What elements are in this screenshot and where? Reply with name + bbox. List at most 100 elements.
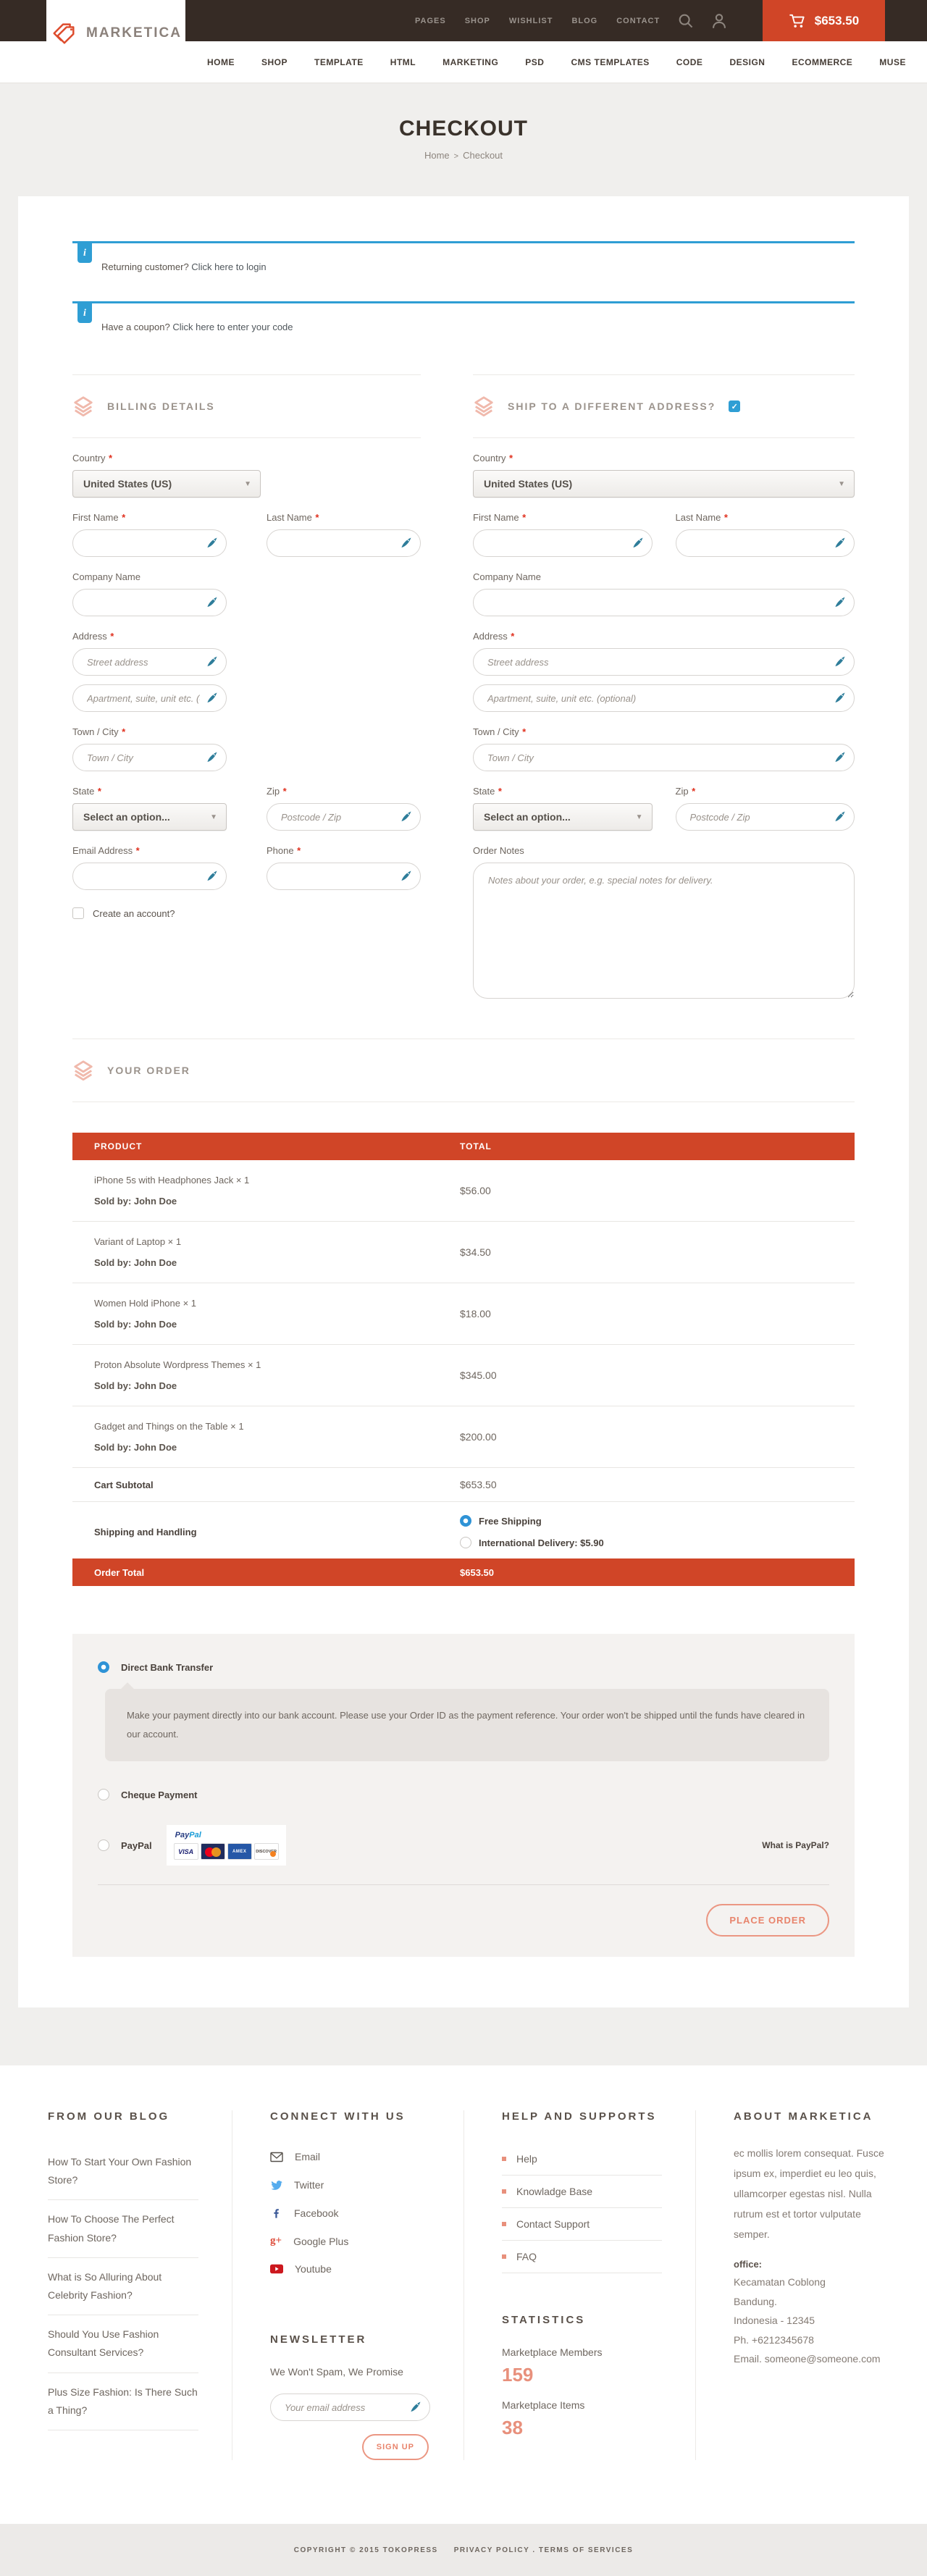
shipping-option-free[interactable]: Free Shipping (460, 1515, 855, 1527)
billing-company-input[interactable] (72, 589, 227, 616)
payment-cheque[interactable]: Cheque Payment (98, 1789, 829, 1800)
blog-link[interactable]: How To Start Your Own Fashion Store? (48, 2143, 198, 2200)
radio-icon[interactable] (98, 1789, 109, 1800)
shipping-zip-input[interactable] (676, 803, 855, 831)
social-facebook-link[interactable]: Facebook (270, 2199, 430, 2227)
social-twitter-link[interactable]: Twitter (270, 2170, 430, 2199)
main-nav-link[interactable]: PSD (525, 57, 544, 67)
footer-about-title: ABOUT MARKETICA (734, 2110, 894, 2123)
ship-different-checkbox[interactable] (729, 400, 740, 412)
required-asterisk (508, 631, 514, 642)
create-account-checkbox[interactable] (72, 907, 84, 919)
radio-selected-icon[interactable] (98, 1661, 109, 1673)
logo[interactable]: MARKETICA (46, 0, 185, 67)
required-asterisk (519, 726, 526, 737)
payment-paypal[interactable]: PayPal PayPal VISA AMEX DISCOVER What is… (98, 1825, 829, 1866)
billing-header: BILLING DETAILS (72, 374, 421, 438)
billing-street-input[interactable] (72, 648, 227, 676)
login-link[interactable]: Click here to login (191, 261, 266, 272)
main-nav-link[interactable]: DESIGN (729, 57, 765, 67)
blog-link[interactable]: How To Choose The Perfect Fashion Store? (48, 2200, 198, 2257)
main-nav-link[interactable]: ECOMMERCE (792, 57, 852, 67)
billing-state-value: Select an option... (83, 811, 170, 823)
billing-phone-input[interactable] (267, 863, 421, 890)
your-order-title: YOUR ORDER (107, 1065, 190, 1076)
shipping-town-input[interactable] (473, 744, 855, 771)
payment-bank-transfer[interactable]: Direct Bank Transfer (98, 1661, 829, 1673)
shipping-state-select[interactable]: Select an option...▼ (473, 803, 653, 831)
main-nav-link[interactable]: MARKETING (442, 57, 498, 67)
user-icon[interactable] (711, 13, 727, 29)
billing-apartment-input[interactable] (72, 684, 227, 712)
stat-value: 159 (502, 2364, 662, 2386)
billing-first-name-input[interactable] (72, 529, 227, 557)
chevron-down-icon: ▼ (838, 480, 845, 488)
shipping-first-name-input[interactable] (473, 529, 653, 557)
required-asterisk (107, 631, 114, 642)
help-link: Help (502, 2143, 662, 2176)
billing-state-select[interactable]: Select an option...▼ (72, 803, 227, 831)
main-nav-link[interactable]: MUSE (879, 57, 906, 67)
search-icon[interactable] (678, 13, 694, 29)
shipping-company-input[interactable] (473, 589, 855, 616)
mastercard-icon (201, 1843, 225, 1860)
top-nav-link-wishlist[interactable]: WISHLIST (509, 17, 553, 25)
newsletter-email-input[interactable] (270, 2394, 430, 2421)
product-name: iPhone 5s with Headphones Jack × 1 (94, 1175, 431, 1186)
main-nav-link[interactable]: TEMPLATE (314, 57, 364, 67)
top-nav-link-pages[interactable]: PAGES (415, 17, 446, 25)
top-nav-link-blog[interactable]: BLOG (571, 17, 597, 25)
required-asterisk (294, 845, 301, 856)
shipping-country-select[interactable]: United States (US)▼ (473, 470, 855, 498)
product-sold-by: Sold by: John Doe (94, 1257, 431, 1268)
social-youtube-link[interactable]: Youtube (270, 2255, 430, 2283)
order-notes-textarea[interactable] (473, 863, 855, 999)
shipping-street-input[interactable] (473, 648, 855, 676)
newsletter-signup-button[interactable]: SIGN UP (362, 2434, 429, 2460)
radio-icon[interactable] (98, 1839, 109, 1851)
what-is-paypal-link[interactable]: What is PayPal? (762, 1840, 829, 1850)
footer-blog-column: FROM OUR BLOG How To Start Your Own Fash… (0, 2110, 232, 2460)
blog-link[interactable]: Should You Use Fashion Consultant Servic… (48, 2315, 198, 2372)
billing-company-label: Company Name (72, 571, 421, 582)
main-nav-link[interactable]: CODE (676, 57, 703, 67)
social-googleplus-link[interactable]: g+ Google Plus (270, 2227, 430, 2255)
cart-button[interactable]: $653.50 (763, 0, 885, 41)
product-sold-by: Sold by: John Doe (94, 1319, 431, 1330)
pen-icon (834, 656, 845, 667)
shipping-option-international[interactable]: International Delivery: $5.90 (460, 1537, 855, 1548)
radio-icon[interactable] (460, 1537, 471, 1548)
billing-country-label: Country (72, 453, 421, 463)
shipping-last-name-input[interactable] (676, 529, 855, 557)
billing-town-input[interactable] (72, 744, 227, 771)
top-nav-link-contact[interactable]: CONTACT (616, 17, 660, 25)
blog-link[interactable]: What is So Alluring About Celebrity Fash… (48, 2258, 198, 2315)
billing-last-name-input[interactable] (267, 529, 421, 557)
main-nav-link[interactable]: HOME (207, 57, 235, 67)
top-nav: PAGES SHOP WISHLIST BLOG CONTACT (406, 17, 669, 25)
required-asterisk (721, 512, 727, 523)
place-order-button[interactable]: PLACE ORDER (706, 1904, 829, 1937)
social-email-link[interactable]: Email (270, 2143, 430, 2170)
main-nav-link[interactable]: CMS TEMPLATES (571, 57, 649, 67)
cart-icon (789, 14, 806, 28)
pen-icon (834, 537, 845, 548)
billing-address-label: Address (72, 631, 421, 642)
create-account-row: Create an account? (72, 907, 421, 919)
order-row: Gadget and Things on the Table × 1Sold b… (72, 1406, 855, 1468)
logo-tag-icon (50, 20, 77, 47)
billing-email-input[interactable] (72, 863, 227, 890)
billing-country-select[interactable]: United States (US)▼ (72, 470, 261, 498)
office-line: Indonesia - 12345 (734, 2311, 894, 2330)
shipping-apartment-input[interactable] (473, 684, 855, 712)
main-nav-link[interactable]: SHOP (261, 57, 288, 67)
main-nav-link[interactable]: HTML (390, 57, 416, 67)
top-nav-link-shop[interactable]: SHOP (465, 17, 490, 25)
billing-zip-input[interactable] (267, 803, 421, 831)
breadcrumb-home-link[interactable]: Home (424, 150, 450, 161)
legal-links[interactable]: PRIVACY POLICY . TERMS OF SERVICES (454, 2546, 634, 2554)
blog-link[interactable]: Plus Size Fashion: Is There Such a Thing… (48, 2373, 198, 2430)
radio-selected-icon[interactable] (460, 1515, 471, 1527)
coupon-link[interactable]: Click here to enter your code (172, 322, 293, 332)
shipping-zip-label: Zip (676, 786, 855, 797)
